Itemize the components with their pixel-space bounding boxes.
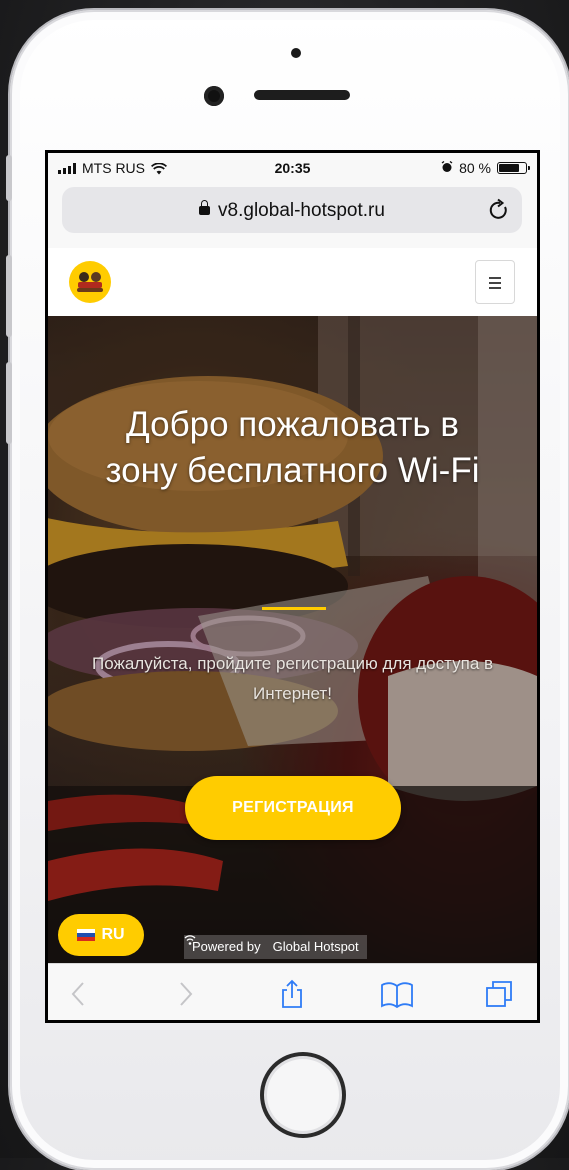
share-icon[interactable] [277, 979, 307, 1009]
powered-by-badge[interactable]: Powered by Global Hotspot [184, 935, 367, 959]
browser-toolbar [48, 963, 537, 1020]
reload-icon[interactable] [488, 198, 510, 227]
hamburger-menu-button[interactable] [475, 260, 515, 304]
mute-switch [6, 155, 12, 201]
safari-window: MTS RUS 20:35 80 % v8.global-hotspot.ru … [48, 153, 537, 1020]
hero-section: Добро пожаловать в зону бесплатного Wi-F… [48, 316, 537, 963]
back-icon[interactable] [64, 979, 94, 1009]
status-right: 80 % [441, 160, 530, 176]
battery-fill [499, 164, 520, 172]
hero-divider [262, 607, 326, 610]
front-camera [204, 86, 224, 106]
proximity-sensor [291, 48, 301, 58]
volume-down-button [6, 362, 12, 444]
battery-percent: 80 % [459, 160, 491, 176]
lock-icon [199, 200, 211, 215]
url-text: v8.global-hotspot.ru [218, 200, 385, 221]
alarm-icon [441, 160, 453, 176]
powered-by-brand: Global Hotspot [272, 939, 359, 954]
hero-subtitle: Пожалуйста, пройдите регистрацию для дос… [91, 654, 494, 703]
phone-screen: MTS RUS 20:35 80 % v8.global-hotspot.ru … [45, 150, 540, 1023]
bookmarks-icon[interactable] [380, 979, 413, 1009]
earpiece-speaker [254, 90, 350, 100]
address-bar[interactable]: v8.global-hotspot.ru [62, 187, 522, 233]
volume-up-button [6, 255, 12, 337]
status-bar: MTS RUS 20:35 80 % [48, 153, 537, 183]
site-logo[interactable] [69, 261, 111, 303]
hero-title: Добро пожаловать в зону бесплатного Wi-F… [105, 405, 480, 490]
powered-by-label: Powered by [192, 939, 261, 954]
register-button[interactable]: РЕГИСТРАЦИЯ [185, 776, 401, 840]
language-switch-button[interactable]: RU [58, 914, 144, 956]
battery-icon [497, 162, 530, 174]
site-header [48, 248, 537, 316]
url-display[interactable]: v8.global-hotspot.ru [62, 200, 522, 222]
language-label: RU [101, 926, 125, 943]
home-button[interactable] [260, 1052, 346, 1138]
russia-flag-icon [77, 929, 96, 941]
tabs-icon[interactable] [484, 979, 514, 1009]
forward-icon[interactable] [170, 979, 200, 1009]
